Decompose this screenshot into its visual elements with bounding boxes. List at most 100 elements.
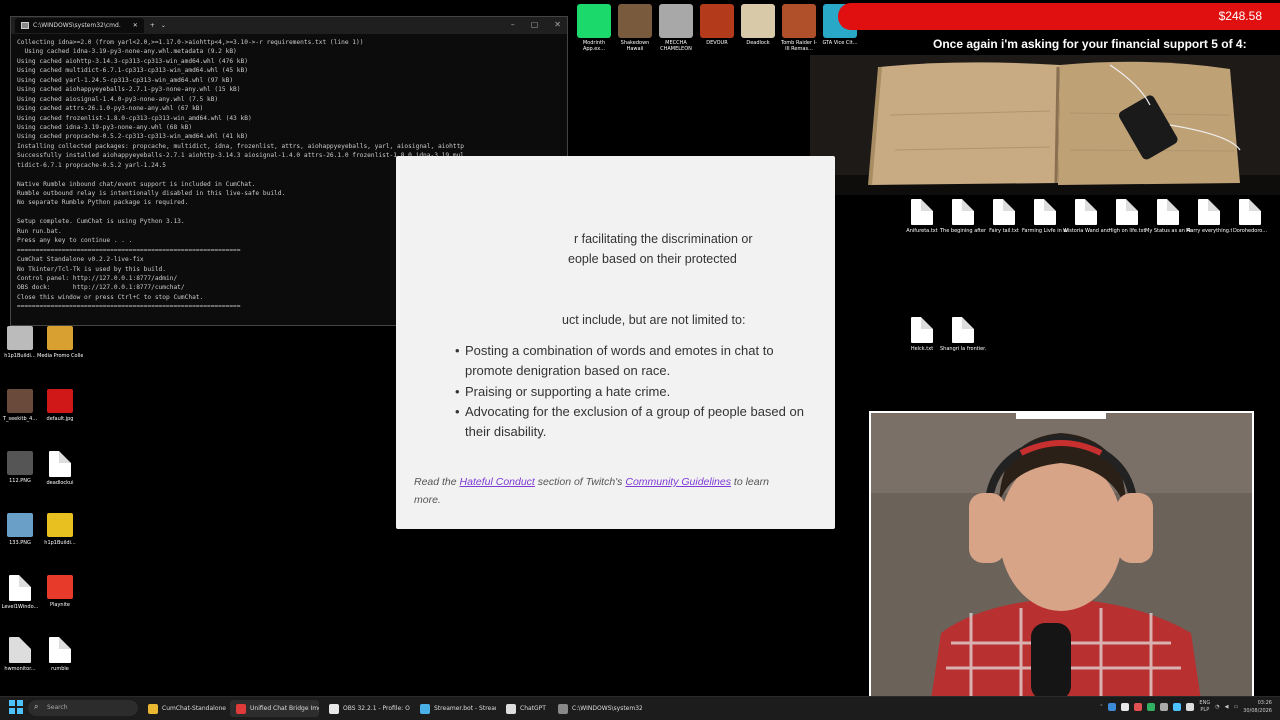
language-indicator[interactable]: ENG PLP: [1199, 700, 1210, 714]
battery-icon[interactable]: ▭: [1233, 704, 1238, 710]
terminal-line: Using cached frozenlist-1.8.0-cp313-cp31…: [17, 114, 252, 122]
file-icon: [49, 637, 71, 663]
tray-app-icon[interactable]: [1147, 703, 1156, 711]
text-file-icon: [952, 199, 974, 225]
desktop-file[interactable]: Anifureta.txt: [899, 199, 945, 234]
file-label: Dorohedoro...: [1232, 228, 1268, 234]
tab-dropdown-icon[interactable]: ⌄: [161, 22, 166, 29]
desktop-file[interactable]: High on life.txt: [1104, 199, 1150, 234]
taskbar-app-button[interactable]: Streamer.bot - Streamer: [414, 700, 496, 717]
file-label: Anifureta.txt: [906, 228, 938, 234]
donation-amount: $248.58: [1218, 9, 1262, 23]
terminal-line: Using cached yarl-1.24.5-cp313-cp313-win…: [17, 76, 234, 84]
desktop-file[interactable]: Helck.txt: [899, 317, 945, 352]
desktop-file[interactable]: Farming Livfe in another ...: [1022, 199, 1068, 234]
volume-icon[interactable]: ◀: [1225, 704, 1229, 710]
taskbar-app-button[interactable]: C:\WINDOWS\system32: [552, 700, 642, 717]
app-icon: [782, 4, 816, 38]
file-label: rumble: [51, 666, 69, 672]
window-controls: – ▢ ✕: [511, 20, 561, 29]
app-label: GTA Vice Cit...: [822, 40, 858, 46]
terminal-line: Using cached propcache-0.5.2-cp313-cp313…: [17, 133, 248, 141]
desktop-app-shortcut[interactable]: Tomb Raider I-III Remas...: [779, 4, 819, 52]
taskbar-app-button[interactable]: Unified Chat Bridge Img: [230, 700, 319, 717]
image-file-icon: [47, 389, 73, 413]
taskbar-search[interactable]: ⌕ Search: [28, 700, 138, 716]
taskbar-app-label: Unified Chat Bridge Img: [250, 705, 319, 712]
terminal-line: Collecting idna>=2.0 (from yarl<2.0,>=1.…: [17, 39, 364, 46]
desktop-app-shortcut[interactable]: MECCHA CHAMELEON: [656, 4, 696, 52]
app-label: DEVOUR: [706, 40, 728, 46]
taskbar-app-button[interactable]: CumChat-Standalone -: [142, 700, 226, 717]
file-icon: [9, 637, 31, 663]
date: 30/08/2026: [1243, 708, 1272, 714]
desktop-file[interactable]: rumble: [37, 637, 83, 672]
taskbar-app-label: OBS 32.2.1 - Profile: One: [343, 705, 410, 712]
desktop-file[interactable]: The begining after the en...: [940, 199, 986, 234]
desktop-file[interactable]: Playnite: [37, 575, 83, 608]
notice-text-2: eople based on their protected: [568, 252, 737, 266]
app-label: MECCHA CHAMELEON: [660, 40, 692, 52]
tray-app-icon[interactable]: [1160, 703, 1169, 711]
tray-app-icon[interactable]: [1108, 703, 1117, 711]
file-label: Marry everything.txt: [1186, 228, 1232, 234]
desktop-file[interactable]: default.jpg: [37, 389, 83, 422]
hateful-conduct-link[interactable]: Hateful Conduct: [460, 476, 535, 488]
tray-app-icon[interactable]: [1186, 703, 1195, 711]
desktop-app-shortcut[interactable]: Deadlock: [738, 4, 778, 46]
desktop-file[interactable]: Fairy tail.txt: [981, 199, 1027, 234]
wifi-icon[interactable]: ◔: [1215, 704, 1219, 710]
app-icon: [558, 703, 568, 714]
clock[interactable]: 03:26 30/08/2026: [1243, 699, 1272, 715]
tray-app-icon[interactable]: [1121, 703, 1130, 711]
file-label: deadlockui: [46, 480, 74, 486]
community-guidelines-link[interactable]: Community Guidelines: [625, 476, 731, 488]
terminal-line: Using cached multidict-6.7.1-cp313-cp313…: [17, 67, 248, 75]
terminal-tab[interactable]: C:\WINDOWS\system32\cmd. ✕: [15, 18, 144, 33]
desktop-app-shortcut[interactable]: Shakedown Hawaii: [615, 4, 655, 52]
terminal-title: C:\WINDOWS\system32\cmd.: [33, 22, 121, 29]
donation-bar: $248.58: [838, 3, 1280, 30]
bullet-item-cont: promote denigration based on race.: [465, 363, 671, 378]
image-file-icon: [7, 326, 33, 350]
minimize-icon[interactable]: –: [511, 20, 515, 29]
file-label: High on life.txt: [1108, 228, 1146, 234]
taskbar: ⌕ Search CumChat-Standalone - Unified Cha…: [0, 696, 1280, 720]
desktop-file[interactable]: Shangri la frontier.txt: [940, 317, 986, 352]
app-icon: [329, 703, 339, 714]
desktop-file[interactable]: Dorohedoro...: [1227, 199, 1273, 234]
image-file-icon: [7, 389, 33, 413]
bullet-item: Praising or supporting a hate crime.: [455, 382, 670, 402]
tab-close-icon[interactable]: ✕: [133, 22, 138, 29]
time: 03:26: [1257, 700, 1272, 706]
desktop-app-shortcut[interactable]: Modrinth App.ex...: [574, 4, 614, 52]
app-icon: [148, 703, 158, 714]
desktop-app-shortcut[interactable]: DEVOUR: [697, 4, 737, 46]
taskbar-app-label: C:\WINDOWS\system32: [572, 705, 642, 712]
image-file-icon: [47, 513, 73, 537]
file-label: My Status as an Assassi...: [1145, 228, 1191, 234]
footer-post: to learn: [733, 476, 769, 488]
desktop-file[interactable]: Media Promo Collector X...: [37, 326, 83, 359]
app-label: Tomb Raider I-III Remas...: [781, 40, 817, 52]
taskbar-app-button[interactable]: OBS 32.2.1 - Profile: One: [323, 700, 410, 717]
desktop-file[interactable]: h1p1Buildi...: [37, 513, 83, 546]
close-icon[interactable]: ✕: [554, 20, 561, 29]
notice-text-3: uct include, but are not limited to:: [562, 313, 746, 327]
windows-start-icon[interactable]: [9, 700, 23, 714]
taskbar-app-button[interactable]: ChatGPT: [500, 700, 548, 717]
desktop-file[interactable]: deadlockui: [37, 451, 83, 486]
app-icon: [741, 4, 775, 38]
new-tab-icon[interactable]: +: [150, 22, 155, 29]
maximize-icon[interactable]: ▢: [531, 20, 539, 29]
tray-app-icon[interactable]: [1134, 703, 1143, 711]
text-file-icon: [1198, 199, 1220, 225]
tray-chevron-icon[interactable]: ⌃: [1099, 704, 1103, 710]
desktop-file[interactable]: My Status as an Assassi...: [1145, 199, 1191, 234]
desktop-file[interactable]: Marry everything.txt: [1186, 199, 1232, 234]
terminal-line: Using cached aiosignal-1.4.0-py3-none-an…: [17, 95, 219, 103]
desktop-file[interactable]: Wistoria Wand and Sword .txt: [1063, 199, 1109, 234]
search-placeholder: Search: [47, 704, 68, 711]
file-label: Farming Livfe in another ...: [1022, 228, 1068, 234]
tray-app-icon[interactable]: [1173, 703, 1182, 711]
